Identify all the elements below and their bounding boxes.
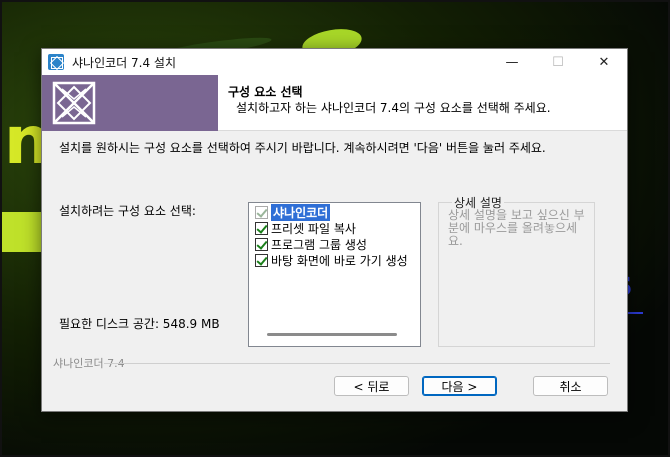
component-label: 프리셋 파일 복사	[271, 222, 356, 236]
close-button[interactable]: ✕	[581, 49, 627, 75]
instructions-text: 설치를 원하시는 구성 요소를 선택하여 주시기 바랍니다. 계속하시려면 '다…	[59, 141, 546, 155]
component-list[interactable]: 샤나인코더 프리셋 파일 복사 프로그램 그룹 생성 바탕 화면에 바로 가기 …	[248, 202, 421, 347]
title-bar[interactable]: 샤나인코더 7.4 설치 — ☐ ✕	[42, 49, 627, 75]
minimize-button[interactable]: —	[489, 49, 535, 75]
page-header: 구성 요소 선택 설치하고자 하는 샤나인코더 7.4의 구성 요소를 선택해 …	[42, 75, 627, 131]
maximize-button: ☐	[552, 54, 564, 70]
checkbox[interactable]	[255, 254, 268, 267]
installer-window: 샤나인코더 7.4 설치 — ☐ ✕ 구성 요소 선택 설치하고자 하는 샤나인…	[41, 48, 628, 412]
horizontal-scrollbar[interactable]	[267, 333, 397, 336]
shana-logo-icon	[52, 81, 96, 125]
page-subtitle: 설치하고자 하는 샤나인코더 7.4의 구성 요소를 선택해 주세요.	[236, 101, 551, 115]
installer-app-icon	[48, 54, 64, 70]
checkbox	[255, 206, 268, 219]
component-label: 프로그램 그룹 생성	[271, 238, 367, 252]
component-item[interactable]: 프리셋 파일 복사	[255, 220, 356, 237]
background-shape	[627, 312, 643, 314]
next-button[interactable]: 다음 >	[422, 376, 497, 396]
checkbox[interactable]	[255, 238, 268, 251]
footer-divider	[104, 363, 610, 364]
window-title: 샤나인코더 7.4 설치	[72, 55, 176, 70]
disk-space-label: 필요한 디스크 공간: 548.9 MB	[59, 317, 220, 331]
component-label: 바탕 화면에 바로 가기 생성	[271, 254, 408, 268]
component-item[interactable]: 샤나인코더	[255, 204, 331, 221]
component-item[interactable]: 프로그램 그룹 생성	[255, 236, 367, 253]
header-banner	[42, 75, 218, 131]
component-item[interactable]: 바탕 화면에 바로 가기 생성	[255, 252, 408, 269]
page-title: 구성 요소 선택	[228, 85, 303, 99]
cancel-button[interactable]: 취소	[533, 376, 608, 396]
checkbox[interactable]	[255, 222, 268, 235]
component-select-label: 설치하려는 구성 요소 선택:	[59, 204, 196, 218]
component-label: 샤나인코더	[271, 204, 331, 221]
back-button[interactable]: < 뒤로	[334, 376, 409, 396]
description-panel-text: 상세 설명을 보고 싶으신 부분에 마우스를 올려놓으세요.	[448, 208, 585, 248]
window-controls: — ☐ ✕	[489, 49, 627, 75]
